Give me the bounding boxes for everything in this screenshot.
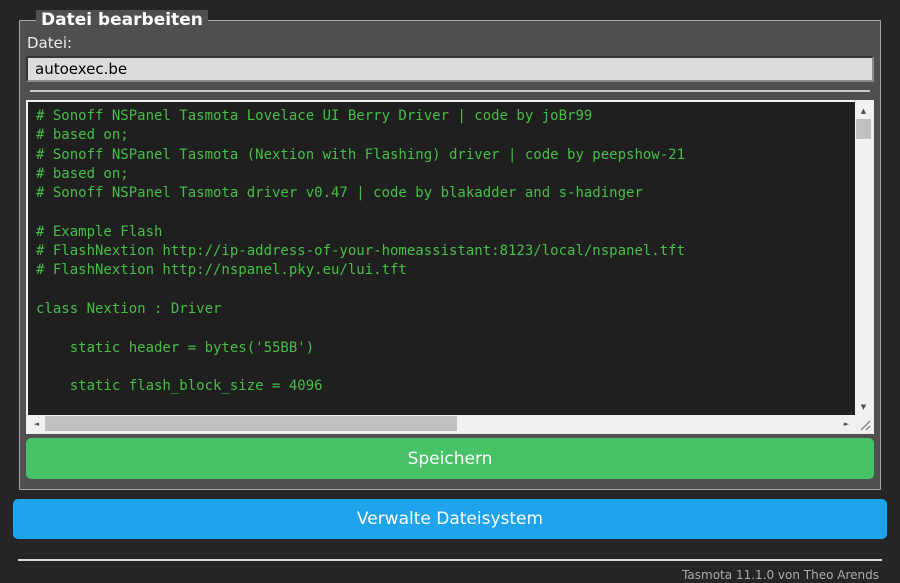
edit-file-panel: Datei bearbeiten Datei: # Sonoff NSPanel… [19, 10, 881, 490]
resize-grip[interactable] [855, 415, 872, 432]
scroll-right-icon: ► [843, 419, 850, 428]
panel-title-label: Datei bearbeiten [41, 10, 203, 30]
horizontal-scrollbar[interactable]: ◄ ► [28, 415, 855, 432]
panel-title: Datei bearbeiten [36, 10, 208, 30]
horizontal-scrollbar-thumb[interactable] [45, 416, 457, 431]
resize-grip-icon [860, 420, 871, 431]
save-button[interactable]: Speichern [26, 438, 874, 479]
firmware-version-link[interactable]: Tasmota 11.1.0 von Theo Arends [13, 561, 887, 582]
file-content-textarea[interactable]: # Sonoff NSPanel Tasmota Lovelace UI Ber… [26, 100, 874, 434]
vertical-scrollbar-thumb[interactable] [856, 119, 871, 139]
scroll-left-icon: ◄ [33, 419, 40, 428]
filename-input[interactable] [26, 56, 874, 82]
scroll-up-icon: ▲ [860, 106, 867, 115]
manage-filesystem-button[interactable]: Verwalte Dateisystem [13, 499, 887, 539]
page: Datei bearbeiten Datei: # Sonoff NSPanel… [0, 0, 900, 582]
scroll-right-button[interactable]: ► [838, 415, 855, 432]
file-content-editor[interactable]: # Sonoff NSPanel Tasmota Lovelace UI Ber… [28, 102, 855, 415]
form-divider [30, 90, 870, 92]
scroll-down-button[interactable]: ▼ [855, 398, 872, 415]
scroll-down-icon: ▼ [860, 402, 867, 411]
scroll-left-button[interactable]: ◄ [28, 415, 45, 432]
scroll-up-button[interactable]: ▲ [855, 102, 872, 119]
file-label: Datei: [27, 34, 73, 52]
vertical-scrollbar[interactable]: ▲ ▼ [855, 102, 872, 415]
footer: Tasmota 11.1.0 von Theo Arends [13, 559, 887, 582]
